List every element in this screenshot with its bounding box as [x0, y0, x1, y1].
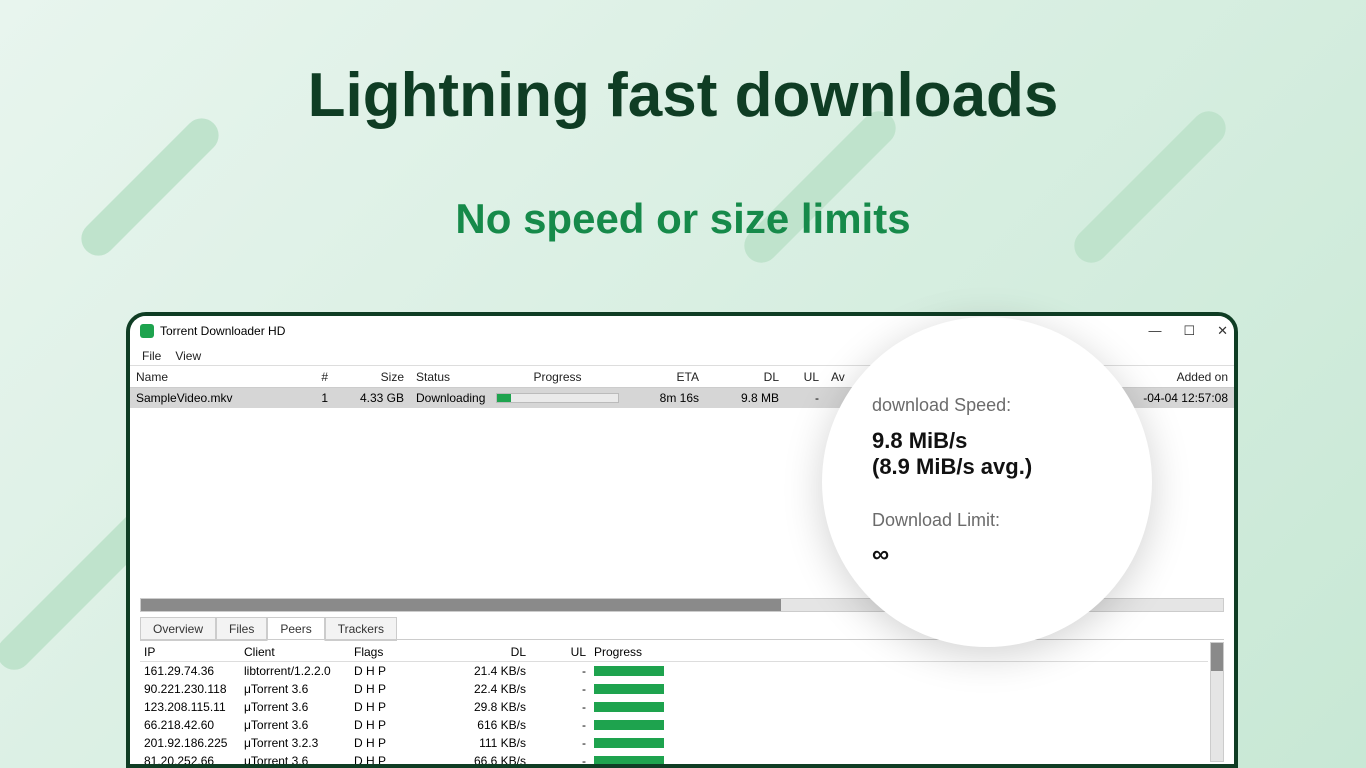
minimize-button[interactable]: —	[1148, 323, 1161, 339]
peer-progress-bar	[594, 666, 664, 676]
cell-ul: -	[785, 391, 825, 405]
menu-view[interactable]: View	[175, 349, 201, 363]
peer-ip: 201.92.186.225	[140, 736, 240, 750]
peer-row[interactable]: 66.218.42.60μTorrent 3.6D H P616 KB/s-	[140, 716, 1208, 734]
col-ul[interactable]: UL	[785, 370, 825, 384]
peer-ul: -	[530, 664, 590, 678]
bubble-avg-value: (8.9 MiB/s avg.)	[872, 454, 1102, 480]
cell-status: Downloading	[410, 391, 490, 405]
peer-progress-bar	[594, 702, 664, 712]
pcol-ip[interactable]: IP	[140, 645, 240, 659]
headline: Lightning fast downloads	[0, 60, 1366, 131]
peer-dl: 21.4 KB/s	[440, 664, 530, 678]
col-progress[interactable]: Progress	[490, 370, 625, 384]
peer-progress	[590, 720, 670, 730]
tab-files[interactable]: Files	[216, 617, 267, 641]
peer-row[interactable]: 123.208.115.11μTorrent 3.6D H P29.8 KB/s…	[140, 698, 1208, 716]
peer-client: μTorrent 3.2.3	[240, 736, 350, 750]
peer-row[interactable]: 90.221.230.118μTorrent 3.6D H P22.4 KB/s…	[140, 680, 1208, 698]
peers-table-body: 161.29.74.36libtorrent/1.2.2.0D H P21.4 …	[140, 662, 1208, 768]
vertical-scrollbar-thumb[interactable]	[1211, 643, 1223, 671]
cell-size: 4.33 GB	[334, 391, 410, 405]
peer-dl: 29.8 KB/s	[440, 700, 530, 714]
peers-header-row: IP Client Flags DL UL Progress	[140, 642, 1208, 662]
cell-dl: 9.8 MB	[705, 391, 785, 405]
peer-ul: -	[530, 736, 590, 750]
progress-bar	[496, 393, 619, 403]
pcol-dl[interactable]: DL	[440, 645, 530, 659]
horizontal-scrollbar-thumb[interactable]	[141, 599, 781, 611]
peer-progress-bar	[594, 756, 664, 766]
tab-peers[interactable]: Peers	[267, 617, 324, 641]
cell-progress	[490, 393, 625, 403]
bubble-speed-value: 9.8 MiB/s	[872, 428, 1102, 454]
peer-client: μTorrent 3.6	[240, 754, 350, 768]
peer-flags: D H P	[350, 700, 440, 714]
peer-client: μTorrent 3.6	[240, 718, 350, 732]
col-size[interactable]: Size	[334, 370, 410, 384]
cell-eta: 8m 16s	[625, 391, 705, 405]
peer-flags: D H P	[350, 682, 440, 696]
peer-ip: 81.20.252.66	[140, 754, 240, 768]
peer-ip: 90.221.230.118	[140, 682, 240, 696]
peer-progress	[590, 738, 670, 748]
peer-progress-bar	[594, 738, 664, 748]
peer-progress-bar	[594, 684, 664, 694]
peer-client: μTorrent 3.6	[240, 682, 350, 696]
peer-client: libtorrent/1.2.2.0	[240, 664, 350, 678]
peer-flags: D H P	[350, 736, 440, 750]
peer-dl: 616 KB/s	[440, 718, 530, 732]
peer-client: μTorrent 3.6	[240, 700, 350, 714]
col-eta[interactable]: ETA	[625, 370, 705, 384]
pcol-flags[interactable]: Flags	[350, 645, 440, 659]
tab-trackers[interactable]: Trackers	[325, 617, 397, 641]
peer-ul: -	[530, 754, 590, 768]
peer-dl: 111 KB/s	[440, 736, 530, 750]
bubble-infinity: ∞	[872, 541, 1102, 569]
peer-ul: -	[530, 682, 590, 696]
peer-ip: 123.208.115.11	[140, 700, 240, 714]
cell-num: 1	[298, 391, 334, 405]
cell-name: SampleVideo.mkv	[130, 391, 298, 405]
pcol-progress[interactable]: Progress	[590, 645, 670, 659]
pcol-ul[interactable]: UL	[530, 645, 590, 659]
col-status[interactable]: Status	[410, 370, 490, 384]
speed-callout: download Speed: 9.8 MiB/s (8.9 MiB/s avg…	[822, 317, 1152, 647]
menu-file[interactable]: File	[142, 349, 161, 363]
maximize-button[interactable]: ☐	[1183, 323, 1195, 339]
app-icon	[140, 324, 154, 338]
peer-ul: -	[530, 718, 590, 732]
peer-ul: -	[530, 700, 590, 714]
peer-ip: 161.29.74.36	[140, 664, 240, 678]
vertical-scrollbar[interactable]	[1210, 642, 1224, 762]
close-button[interactable]: ✕	[1217, 323, 1228, 339]
peer-flags: D H P	[350, 754, 440, 768]
subheadline: No speed or size limits	[0, 195, 1366, 243]
bubble-limit-label: Download Limit:	[872, 510, 1102, 531]
app-title: Torrent Downloader HD	[160, 324, 285, 338]
peer-progress-bar	[594, 720, 664, 730]
col-num[interactable]: #	[298, 370, 334, 384]
peer-row[interactable]: 161.29.74.36libtorrent/1.2.2.0D H P21.4 …	[140, 662, 1208, 680]
col-dl[interactable]: DL	[705, 370, 785, 384]
peer-progress	[590, 684, 670, 694]
peer-ip: 66.218.42.60	[140, 718, 240, 732]
peer-dl: 22.4 KB/s	[440, 682, 530, 696]
tabbar-divider	[140, 639, 1224, 640]
col-name[interactable]: Name	[130, 370, 298, 384]
peer-progress	[590, 702, 670, 712]
tab-overview[interactable]: Overview	[140, 617, 216, 641]
pcol-client[interactable]: Client	[240, 645, 350, 659]
details-tabs: Overview Files Peers Trackers	[140, 616, 397, 640]
peer-row[interactable]: 81.20.252.66μTorrent 3.6D H P66.6 KB/s-	[140, 752, 1208, 768]
peer-dl: 66.6 KB/s	[440, 754, 530, 768]
peer-flags: D H P	[350, 718, 440, 732]
peer-progress	[590, 756, 670, 766]
bubble-speed-label: download Speed:	[872, 395, 1102, 416]
peer-progress	[590, 666, 670, 676]
peer-row[interactable]: 201.92.186.225μTorrent 3.2.3D H P111 KB/…	[140, 734, 1208, 752]
peer-flags: D H P	[350, 664, 440, 678]
